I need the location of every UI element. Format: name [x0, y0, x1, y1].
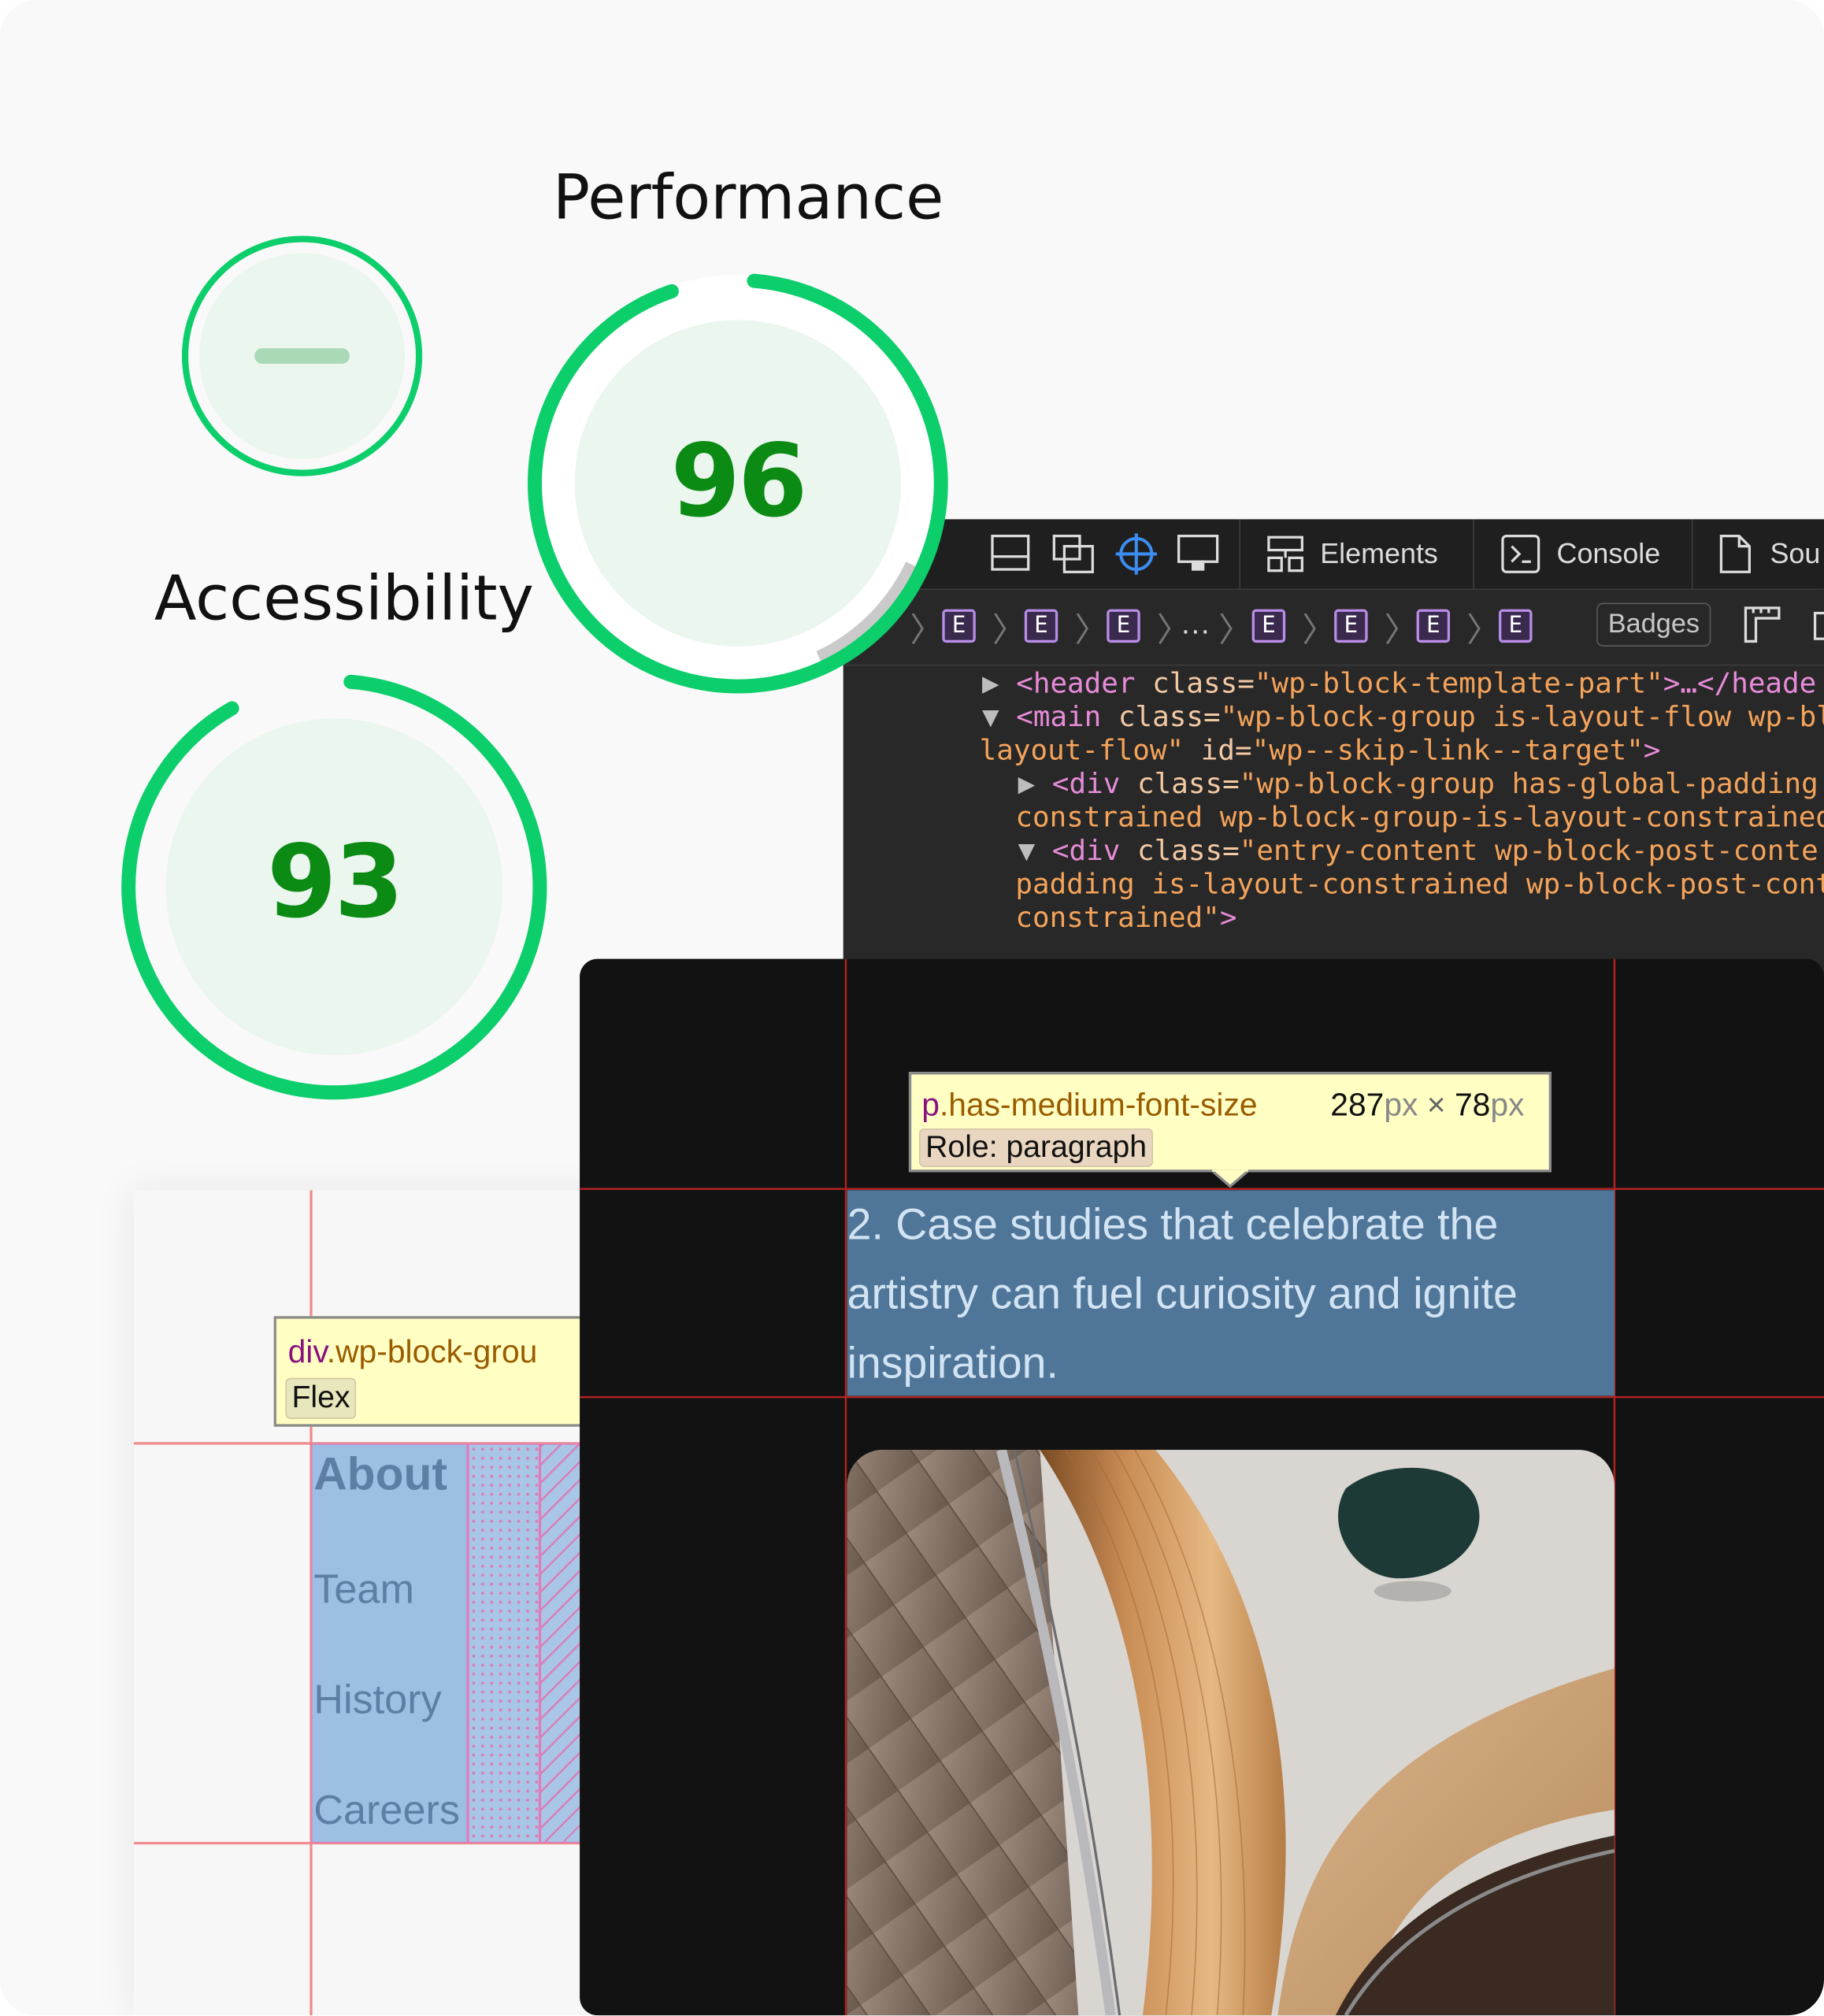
breadcrumb-element[interactable]: E: [1024, 609, 1058, 643]
inspect-element-icon[interactable]: [1113, 531, 1159, 577]
code-line-div-group[interactable]: ▶ <div class="wp-block-group has-global-…: [1018, 769, 1818, 802]
nav-item-team[interactable]: Team: [313, 1566, 414, 1613]
more-tools-icon[interactable]: [1805, 608, 1824, 644]
breadcrumb-separator: 〉: [1466, 611, 1500, 650]
sources-icon: [1719, 534, 1751, 573]
tooltip-class: .has-medium-font-size: [939, 1087, 1258, 1124]
code-line-div-group-cont: constrained wp-block-group-is-layout-con…: [1015, 802, 1824, 835]
flex-item-highlight: [310, 1443, 469, 1844]
console-icon: [1501, 534, 1540, 573]
flex-tooltip-tag: div: [287, 1334, 327, 1370]
paragraph-line-1: 2. Case studies that celebrate the: [847, 1200, 1499, 1250]
breadcrumb-separator: 〉: [1074, 611, 1108, 650]
devtools-toolbar: Elements Console Sou: [843, 519, 1824, 591]
tab-sources[interactable]: Sou: [1691, 519, 1824, 589]
badges-button[interactable]: Badges: [1596, 602, 1711, 647]
code-line-main-cont: layout-flow" id="wp--skip-link--target">: [979, 735, 1661, 768]
devtools-panel: Elements Console Sou Badges ▶ <header cl…: [843, 519, 1824, 982]
paragraph-line-2: artistry can fuel curiosity and ignite: [847, 1269, 1518, 1319]
flex-badge: Flex: [285, 1377, 357, 1419]
flex-gap-highlight: [468, 1443, 540, 1844]
nav-item-about[interactable]: About: [313, 1447, 447, 1502]
tooltip-role: Role: paragraph: [918, 1128, 1154, 1167]
flex-tooltip: div.wp-block-grou Flex: [273, 1316, 595, 1427]
performance-score: 96: [670, 424, 808, 540]
performance-label: Performance: [552, 161, 944, 235]
tab-sources-label: Sou: [1770, 537, 1821, 570]
tab-elements[interactable]: Elements: [1239, 519, 1473, 589]
code-line-main[interactable]: ▼ <main class="wp-block-group is-layout-…: [982, 702, 1824, 735]
undock-icon[interactable]: [1051, 533, 1095, 576]
accessibility-label: Accessibility: [154, 562, 534, 636]
content-image-graphic: [847, 1450, 1615, 2016]
elements-icon: [1267, 536, 1303, 573]
breadcrumb-element[interactable]: E: [1416, 609, 1451, 643]
ruler-icon[interactable]: [1743, 606, 1781, 644]
breadcrumb-separator: 〉: [1302, 611, 1336, 650]
device-toolbar-icon[interactable]: [1175, 531, 1222, 577]
code-line-header[interactable]: ▶ <header class="wp-block-template-part"…: [982, 669, 1816, 702]
nav-item-careers[interactable]: Careers: [313, 1787, 460, 1834]
breadcrumb-element[interactable]: E: [1334, 609, 1368, 643]
breadcrumb-element[interactable]: E: [1499, 609, 1533, 643]
tab-console-label: Console: [1556, 537, 1661, 570]
content-image: [847, 1450, 1615, 2016]
tooltip-dimensions: 287px × 78px: [1330, 1087, 1525, 1124]
tooltip-tag: p: [921, 1087, 940, 1124]
dock-bottom-icon[interactable]: [990, 533, 1031, 574]
selected-paragraph[interactable]: 2. Case studies that celebrate the artis…: [847, 1190, 1615, 1396]
tab-console[interactable]: Console: [1473, 519, 1691, 589]
tooltip-arrow: [1210, 1169, 1250, 1188]
accessibility-score: 93: [267, 825, 404, 941]
breadcrumb-separator: 〉: [1218, 611, 1252, 650]
breadcrumb-separator: 〉: [1384, 611, 1418, 650]
empty-score-gauge: [181, 235, 423, 476]
breadcrumb-element[interactable]: E: [1107, 609, 1140, 643]
code-line-div-entry[interactable]: ▼ <div class="entry-content wp-block-pos…: [1018, 836, 1818, 869]
canvas: About Team History Careers div.wp-block-…: [0, 0, 1824, 2016]
flex-tooltip-class: .wp-block-grou: [326, 1334, 538, 1370]
nav-item-history[interactable]: History: [313, 1676, 441, 1723]
breadcrumb-separator: 〉: [992, 611, 1026, 650]
tab-elements-label: Elements: [1320, 537, 1438, 570]
breadcrumb-element[interactable]: E: [1251, 609, 1286, 643]
breadcrumb-ellipsis[interactable]: …: [1180, 606, 1210, 643]
code-line-div-entry-cont: padding is-layout-constrained wp-block-p…: [1015, 869, 1824, 902]
inspector-tooltip: p.has-medium-font-size 287px × 78px Role…: [908, 1072, 1552, 1173]
code-line-div-entry-end: constrained">: [1015, 902, 1237, 935]
paragraph-line-3: inspiration.: [847, 1339, 1058, 1388]
